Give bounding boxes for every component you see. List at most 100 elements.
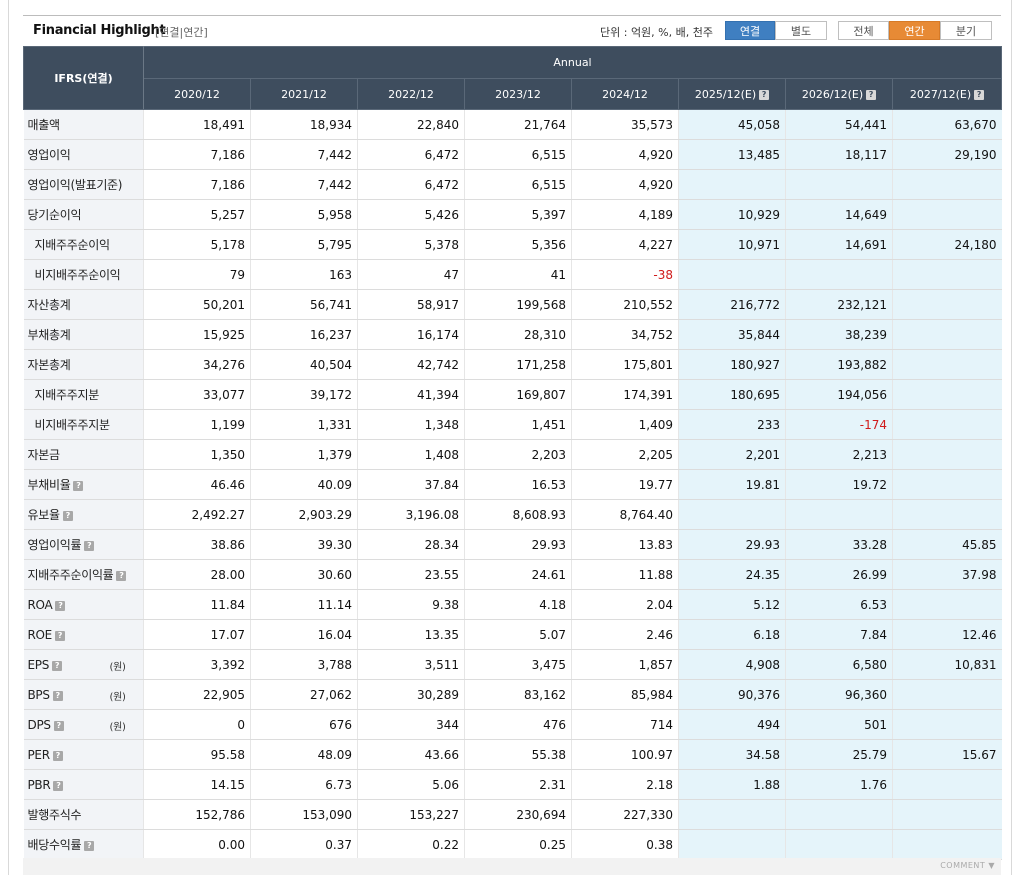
row-label: 매출액 xyxy=(23,109,144,140)
table-row: 비지배주주순이익 79 163 47 41 -38 xyxy=(23,259,1002,290)
comment-toggle[interactable]: COMMENT ▼ xyxy=(940,861,995,870)
table-cell xyxy=(892,439,1002,470)
table-cell: 4,189 xyxy=(571,199,679,230)
table-cell: 2,203 xyxy=(464,439,572,470)
table-cell: 10,929 xyxy=(678,199,786,230)
all-button[interactable]: 전체 xyxy=(838,21,889,40)
table-cell: 18,117 xyxy=(785,139,893,170)
consolidated-button[interactable]: 연결 xyxy=(725,21,775,40)
table-cell xyxy=(785,829,893,860)
table-cell: 1,408 xyxy=(357,439,465,470)
table-cell: 34,276 xyxy=(143,349,251,380)
help-icon[interactable]: ? xyxy=(53,780,64,791)
table-cell: 16,174 xyxy=(357,319,465,350)
table-cell: 0.37 xyxy=(250,829,358,860)
table-cell: 1,199 xyxy=(143,409,251,440)
table-cell: 16,237 xyxy=(250,319,358,350)
row-label: 영업이익(발표기준) xyxy=(23,169,144,200)
table-cell: 501 xyxy=(785,709,893,740)
table-cell: 38,239 xyxy=(785,319,893,350)
help-icon[interactable]: ? xyxy=(866,89,877,100)
quarter-button[interactable]: 분기 xyxy=(940,21,992,40)
help-icon[interactable]: ? xyxy=(974,89,985,100)
table-cell: 0.22 xyxy=(357,829,465,860)
help-icon[interactable]: ? xyxy=(84,841,95,851)
table-row: 영업이익(발표기준) 7,186 7,442 6,472 6,515 4,920 xyxy=(23,169,1002,200)
table-row: 비지배주주지분 1,199 1,331 1,348 1,451 1,409 233 -174 xyxy=(23,409,1002,440)
table-cell: 3,196.08 xyxy=(357,499,465,530)
help-icon[interactable]: ? xyxy=(52,750,63,761)
row-label-text: BPS xyxy=(27,687,50,702)
table-row: 자산총계 50,201 56,741 58,917 199,568 210,552 216,… xyxy=(23,289,1002,320)
help-icon[interactable]: ? xyxy=(62,511,73,521)
table-cell: 714 xyxy=(571,709,679,740)
annual-button[interactable]: 연간 xyxy=(889,21,940,40)
help-icon[interactable]: ? xyxy=(55,600,66,611)
table-cell: 2.31 xyxy=(464,769,572,800)
help-icon[interactable]: ? xyxy=(759,89,770,100)
table-cell: 83,162 xyxy=(464,679,572,710)
row-label-text: 지배주주순이익률 xyxy=(27,568,114,582)
table-cell: 34,752 xyxy=(571,319,679,350)
table-cell: 33,077 xyxy=(143,379,251,410)
table-cell: 35,573 xyxy=(571,109,679,140)
row-label-text: 당기순이익 xyxy=(27,208,82,222)
table-row: 발행주식수 152,786 153,090 153,227 230,694 227,330 xyxy=(23,799,1002,830)
table-cell xyxy=(892,589,1002,620)
section-title: Financial Highlight xyxy=(33,23,166,38)
table-cell: 5,356 xyxy=(464,229,572,260)
table-cell: 4,920 xyxy=(571,139,679,170)
column-header-label: 2021/12 xyxy=(281,87,327,101)
column-header-label: 2026/12(E) xyxy=(801,87,864,101)
table-cell: 10,971 xyxy=(678,229,786,260)
help-icon[interactable]: ? xyxy=(52,660,63,671)
help-icon[interactable]: ? xyxy=(54,630,65,641)
table-cell: 2.04 xyxy=(571,589,679,620)
table-cell: 344 xyxy=(357,709,465,740)
table-row: BPS? (원) 22,905 27,062 30,289 83,162 85,984 90,… xyxy=(23,679,1002,710)
column-header: 2020/12 xyxy=(143,78,251,110)
row-label-text: 유보율 xyxy=(27,508,61,522)
row-label: 자산총계 xyxy=(23,289,144,320)
table-cell: 1,348 xyxy=(357,409,465,440)
table-cell: 194,056 xyxy=(785,379,893,410)
table-cell: 3,392 xyxy=(143,649,251,680)
table-cell: 6,515 xyxy=(464,169,572,200)
table-cell: 8,608.93 xyxy=(464,499,572,530)
table-cell: 2,213 xyxy=(785,439,893,470)
table-cell: 6,472 xyxy=(357,139,465,170)
table-row: PBR? 14.15 6.73 5.06 2.31 2.18 1.88 1.76 xyxy=(23,769,1002,800)
table-cell: 28.34 xyxy=(357,529,465,560)
help-icon[interactable]: ? xyxy=(52,690,63,701)
table-cell: 0.38 xyxy=(571,829,679,860)
table-cell: 22,840 xyxy=(357,109,465,140)
row-label: 배당수익률? xyxy=(23,829,144,860)
help-icon[interactable]: ? xyxy=(73,481,84,491)
table-cell xyxy=(785,259,893,290)
separate-button[interactable]: 별도 xyxy=(775,21,827,40)
help-icon[interactable]: ? xyxy=(84,541,95,551)
section-header: Financial Highlight [연결|연간] 단위 : 억원, %, … xyxy=(23,16,1001,44)
table-cell: 7,442 xyxy=(250,169,358,200)
table-row: 매출액 18,491 18,934 22,840 21,764 35,573 45,058 5… xyxy=(23,109,1002,140)
table-cell: 5,378 xyxy=(357,229,465,260)
table-cell: -38 xyxy=(571,259,679,290)
table-cell: 1,409 xyxy=(571,409,679,440)
table-cell: 2,903.29 xyxy=(250,499,358,530)
table-cell xyxy=(678,829,786,860)
table-cell: 24,180 xyxy=(892,229,1002,260)
table-cell: 21,764 xyxy=(464,109,572,140)
help-icon[interactable]: ? xyxy=(116,571,127,581)
table-cell: 33.28 xyxy=(785,529,893,560)
row-label-text: EPS xyxy=(27,657,50,672)
table-cell: 13.83 xyxy=(571,529,679,560)
won-unit: (원) xyxy=(109,722,126,733)
table-cell: 6.18 xyxy=(678,619,786,650)
help-icon[interactable]: ? xyxy=(53,720,64,731)
table-cell: 27,062 xyxy=(250,679,358,710)
table-cell: 216,772 xyxy=(678,289,786,320)
column-header-label: 2022/12 xyxy=(388,87,434,101)
table-body: 매출액 18,491 18,934 22,840 21,764 35,573 45,058 5… xyxy=(23,109,1002,860)
table-row: EPS? (원) 3,392 3,788 3,511 3,475 1,857 4,908 6,5… xyxy=(23,649,1002,680)
table-cell: 494 xyxy=(678,709,786,740)
